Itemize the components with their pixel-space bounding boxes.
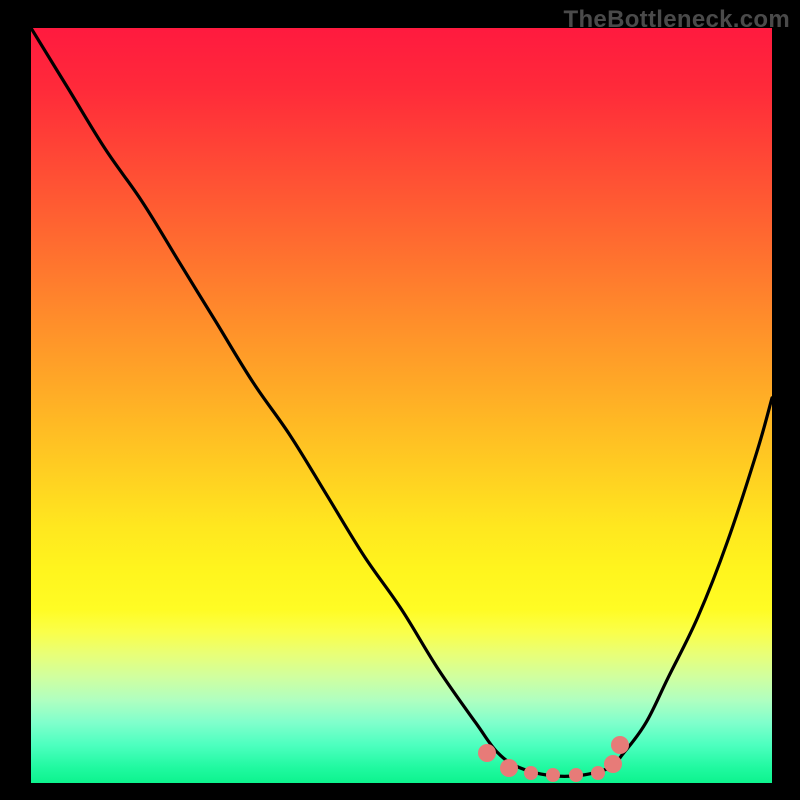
optimal-range-dots xyxy=(31,28,772,783)
optimal-dot xyxy=(611,736,629,754)
optimal-dot xyxy=(569,768,583,782)
optimal-dot xyxy=(546,768,560,782)
plot-area xyxy=(31,28,772,783)
watermark-text: TheBottleneck.com xyxy=(564,6,790,34)
optimal-dot xyxy=(604,755,622,773)
optimal-dot xyxy=(524,766,538,780)
chart-frame: TheBottleneck.com xyxy=(0,0,800,800)
optimal-dot xyxy=(500,759,518,777)
optimal-dot xyxy=(591,766,605,780)
optimal-dot xyxy=(478,744,496,762)
